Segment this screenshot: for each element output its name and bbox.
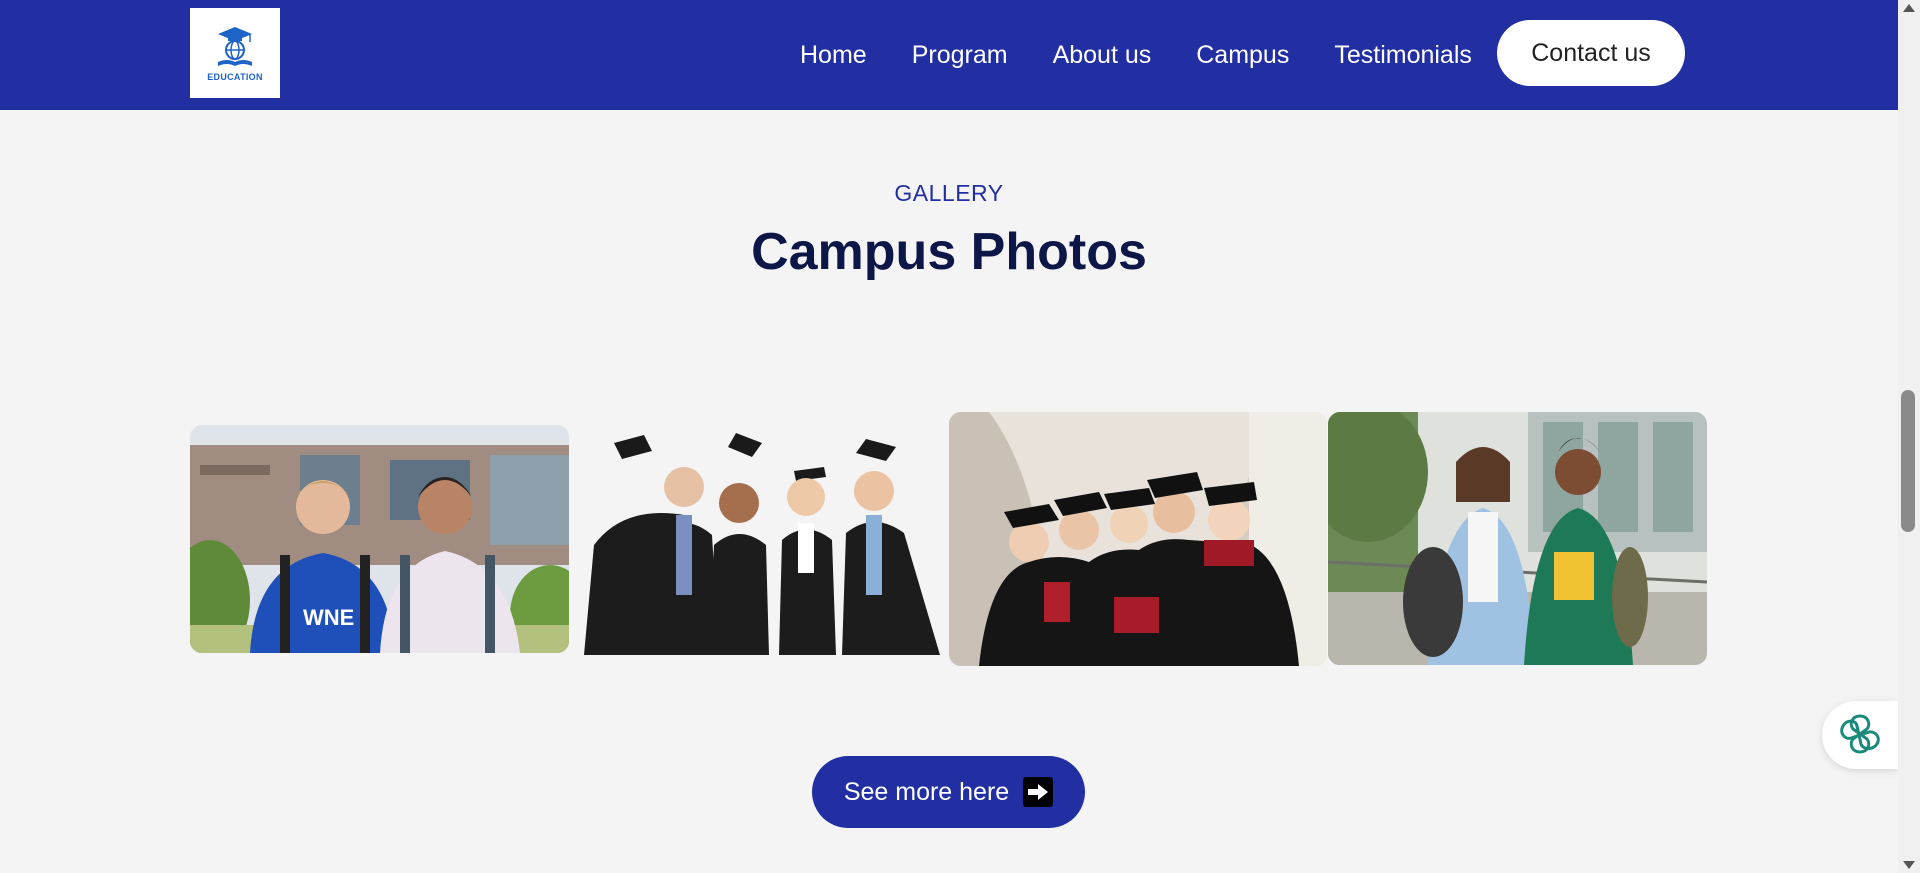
nav-campus[interactable]: Campus	[1196, 41, 1289, 70]
graduates-group-hallway-photo	[949, 412, 1327, 666]
two-students-walkway-photo	[1328, 412, 1707, 665]
contact-us-button[interactable]: Contact us	[1497, 20, 1685, 86]
shirt-text: WNE	[303, 605, 354, 630]
gallery-photo-3[interactable]	[949, 412, 1327, 666]
section-title: Campus Photos	[751, 223, 1147, 281]
chat-button[interactable]	[1822, 701, 1898, 769]
scroll-up-arrow-icon[interactable]	[1903, 4, 1915, 12]
navbar: EDUCATION Home Program About us Campus T…	[0, 0, 1898, 110]
logo[interactable]: EDUCATION	[190, 8, 280, 98]
see-more-label: See more here	[843, 777, 1010, 806]
scroll-thumb[interactable]	[1901, 390, 1915, 532]
ai-chat-icon	[1840, 714, 1880, 754]
two-students-outdoors-photo: WNE	[190, 425, 569, 653]
nav-program[interactable]: Program	[912, 41, 1008, 70]
nav-testimonials[interactable]: Testimonials	[1334, 41, 1472, 70]
page: EDUCATION Home Program About us Campus T…	[0, 0, 1898, 873]
graduation-cap-globe-icon	[218, 27, 252, 66]
arrow-right-icon	[1023, 777, 1054, 807]
nav-about-us[interactable]: About us	[1053, 41, 1152, 70]
gallery-photo-1[interactable]: WNE	[190, 425, 569, 653]
gallery-photo-4[interactable]	[1328, 412, 1707, 665]
scroll-down-arrow-icon[interactable]	[1903, 861, 1915, 869]
main-nav: Home Program About us Campus Testimonial…	[800, 0, 1472, 110]
nav-home[interactable]: Home	[800, 41, 867, 70]
see-more-button[interactable]: See more here	[812, 756, 1085, 828]
section-eyebrow: GALLERY	[894, 180, 1004, 206]
scrollbar[interactable]	[1898, 0, 1920, 873]
gallery-photo-2[interactable]	[584, 425, 940, 655]
graduates-throwing-caps-photo	[584, 425, 940, 655]
logo-text: EDUCATION	[207, 72, 263, 82]
